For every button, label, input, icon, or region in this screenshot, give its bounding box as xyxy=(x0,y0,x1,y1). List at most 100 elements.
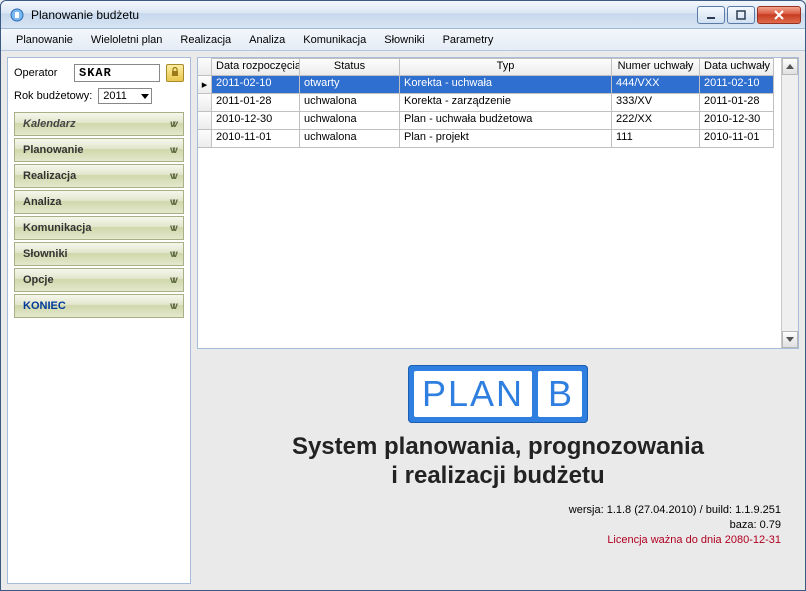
logo-b-text: B xyxy=(538,371,582,417)
lock-icon xyxy=(170,67,180,80)
cell-data-uchwaly: 2011-02-10 xyxy=(700,76,774,94)
menu-parametry[interactable]: Parametry xyxy=(434,31,503,49)
lock-button[interactable] xyxy=(166,64,184,82)
sidebar-item-label: Słowniki xyxy=(23,248,68,260)
chevron-down-icon xyxy=(141,94,149,99)
version-info: wersja: 1.1.8 (27.04.2010) / build: 1.1.… xyxy=(569,503,799,549)
sidebar: Operator SKAR Rok budżetowy: 2011 Kalend… xyxy=(7,57,191,584)
app-icon xyxy=(9,7,25,23)
chevron-down-icon: vv xyxy=(170,171,175,182)
cell-status: uchwalona xyxy=(300,130,400,148)
menu-komunikacja[interactable]: Komunikacja xyxy=(294,31,375,49)
cell-status: uchwalona xyxy=(300,112,400,130)
chevron-down-icon xyxy=(786,337,794,342)
scroll-up-button[interactable] xyxy=(782,58,798,75)
tagline-line2: i realizacji budżetu xyxy=(292,462,704,491)
menu-analiza[interactable]: Analiza xyxy=(240,31,294,49)
year-select[interactable]: 2011 xyxy=(98,88,152,104)
sidebar-item-label: Komunikacja xyxy=(23,222,91,234)
app-logo: PLAN B xyxy=(408,365,588,423)
row-marker xyxy=(198,130,212,148)
close-button[interactable] xyxy=(757,6,801,24)
titlebar: Planowanie budżetu xyxy=(1,1,805,29)
cell-numer: 333/XV xyxy=(612,94,700,112)
cell-type: Korekta - uchwała xyxy=(400,76,612,94)
table-row[interactable]: 2010-12-30 uchwalona Plan - uchwała budż… xyxy=(198,112,781,130)
sidebar-item-realizacja[interactable]: Realizacja vv xyxy=(14,164,184,188)
sidebar-item-label: Opcje xyxy=(23,274,54,286)
row-marker-icon: ▸ xyxy=(198,76,212,94)
sidebar-item-label: Kalendarz xyxy=(23,118,76,130)
chevron-down-icon: vv xyxy=(170,119,175,130)
cell-type: Plan - projekt xyxy=(400,130,612,148)
logo-plan-text: PLAN xyxy=(414,371,532,417)
col-header-numer[interactable]: Numer uchwały xyxy=(612,58,700,76)
main-area: Data rozpoczęcia Status Typ Numer uchwał… xyxy=(197,57,799,584)
sidebar-item-koniec[interactable]: KONIEC vv xyxy=(14,294,184,318)
row-marker xyxy=(198,112,212,130)
sidebar-item-slowniki[interactable]: Słowniki vv xyxy=(14,242,184,266)
year-value: 2011 xyxy=(103,90,127,102)
chevron-down-icon: vv xyxy=(170,145,175,156)
grid-header: Data rozpoczęcia Status Typ Numer uchwał… xyxy=(198,58,781,76)
sidebar-item-analiza[interactable]: Analiza vv xyxy=(14,190,184,214)
minimize-button[interactable] xyxy=(697,6,725,24)
cell-numer: 111 xyxy=(612,130,700,148)
content-area: Operator SKAR Rok budżetowy: 2011 Kalend… xyxy=(1,51,805,590)
sidebar-item-label: Realizacja xyxy=(23,170,76,182)
cell-date: 2010-12-30 xyxy=(212,112,300,130)
cell-date: 2011-02-10 xyxy=(212,76,300,94)
baza-line: baza: 0.79 xyxy=(569,518,781,533)
chevron-down-icon: vv xyxy=(170,249,175,260)
menu-slowniki[interactable]: Słowniki xyxy=(375,31,433,49)
maximize-button[interactable] xyxy=(727,6,755,24)
row-marker-header xyxy=(198,58,212,76)
table-row[interactable]: ▸ 2011-02-10 otwarty Korekta - uchwała 4… xyxy=(198,76,781,94)
sidebar-item-komunikacja[interactable]: Komunikacja vv xyxy=(14,216,184,240)
sidebar-item-kalendarz[interactable]: Kalendarz vv xyxy=(14,112,184,136)
license-line: Licencja ważna do dnia 2080-12-31 xyxy=(569,533,781,548)
sidebar-item-planowanie[interactable]: Planowanie vv xyxy=(14,138,184,162)
sidebar-item-opcje[interactable]: Opcje vv xyxy=(14,268,184,292)
operator-field[interactable]: SKAR xyxy=(74,64,160,82)
chevron-down-icon: vv xyxy=(170,223,175,234)
vertical-scrollbar[interactable] xyxy=(781,58,798,348)
cell-type: Plan - uchwała budżetowa xyxy=(400,112,612,130)
sidebar-item-label: Analiza xyxy=(23,196,62,208)
sidebar-item-label: KONIEC xyxy=(23,300,66,312)
tagline: System planowania, prognozowania i reali… xyxy=(292,433,704,491)
chevron-down-icon: vv xyxy=(170,275,175,286)
window-title: Planowanie budżetu xyxy=(31,8,697,22)
chevron-up-icon xyxy=(786,64,794,69)
data-grid: Data rozpoczęcia Status Typ Numer uchwał… xyxy=(197,57,799,349)
col-header-date[interactable]: Data rozpoczęcia xyxy=(212,58,300,76)
col-header-status[interactable]: Status xyxy=(300,58,400,76)
cell-numer: 222/XX xyxy=(612,112,700,130)
cell-status: uchwalona xyxy=(300,94,400,112)
row-marker xyxy=(198,94,212,112)
cell-data-uchwaly: 2010-12-30 xyxy=(700,112,774,130)
menu-wieloletni-plan[interactable]: Wieloletni plan xyxy=(82,31,172,49)
table-row[interactable]: 2010-11-01 uchwalona Plan - projekt 111 … xyxy=(198,130,781,148)
chevron-down-icon: vv xyxy=(170,301,175,312)
chevron-down-icon: vv xyxy=(170,197,175,208)
cell-date: 2011-01-28 xyxy=(212,94,300,112)
operator-label: Operator xyxy=(14,67,68,79)
cell-type: Korekta - zarządzenie xyxy=(400,94,612,112)
app-window: Planowanie budżetu Planowanie Wieloletni… xyxy=(0,0,806,591)
menu-realizacja[interactable]: Realizacja xyxy=(171,31,240,49)
table-row[interactable]: 2011-01-28 uchwalona Korekta - zarządzen… xyxy=(198,94,781,112)
cell-data-uchwaly: 2010-11-01 xyxy=(700,130,774,148)
year-label: Rok budżetowy: xyxy=(14,90,92,102)
cell-status: otwarty xyxy=(300,76,400,94)
tagline-line1: System planowania, prognozowania xyxy=(292,433,704,462)
scroll-track[interactable] xyxy=(782,75,798,331)
splash-area: PLAN B System planowania, prognozowania … xyxy=(197,357,799,584)
col-header-data-uchwaly[interactable]: Data uchwały xyxy=(700,58,774,76)
cell-date: 2010-11-01 xyxy=(212,130,300,148)
cell-numer: 444/VXX xyxy=(612,76,700,94)
menu-planowanie[interactable]: Planowanie xyxy=(7,31,82,49)
col-header-type[interactable]: Typ xyxy=(400,58,612,76)
sidebar-item-label: Planowanie xyxy=(23,144,84,156)
scroll-down-button[interactable] xyxy=(782,331,798,348)
